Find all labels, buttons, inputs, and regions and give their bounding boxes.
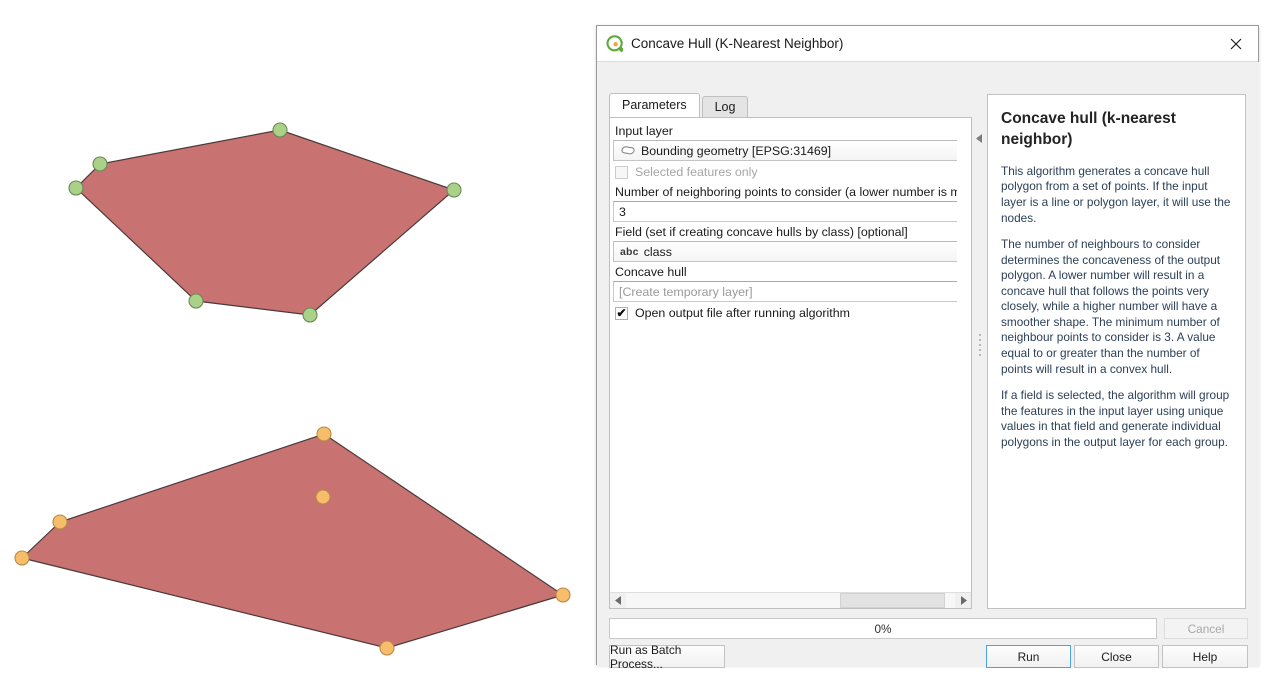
vertex-marker [52, 514, 68, 530]
vertex-marker [316, 426, 332, 442]
dialog-title: Concave Hull (K-Nearest Neighbor) [631, 36, 844, 51]
progress-label: 0% [874, 621, 892, 636]
concave-hull-polygon-green [75, 129, 456, 316]
concave-hull-output-placeholder: [Create temporary layer] [619, 284, 753, 299]
tab-bar: Parameters Log [609, 93, 750, 117]
cancel-button: Cancel [1164, 618, 1248, 639]
processing-algorithm-dialog: Concave Hull (K-Nearest Neighbor) Parame… [596, 25, 1260, 671]
selected-features-only-row: Selected features only [613, 161, 957, 182]
run-as-batch-process-button[interactable]: Run as Batch Process... [609, 643, 725, 671]
open-output-row[interactable]: ✔ Open output file after running algorit… [613, 302, 957, 323]
dialog-titlebar: Concave Hull (K-Nearest Neighbor) [597, 26, 1258, 62]
scroll-left-arrow-icon[interactable] [610, 593, 626, 608]
dialog-body: Parameters Log Input layer Bounding geom… [597, 62, 1260, 671]
selected-features-only-checkbox [615, 165, 628, 179]
screen: Concave Hull (K-Nearest Neighbor) Parame… [0, 0, 1279, 689]
close-button[interactable]: Close [1074, 645, 1159, 668]
neighbors-value: 3 [619, 204, 626, 219]
help-paragraph: The number of neighbours to consider det… [1001, 237, 1221, 376]
vertex-marker [555, 587, 571, 603]
checkmark-icon: ✔ [616, 305, 627, 320]
progress-row: 0% Cancel [609, 618, 1248, 639]
help-paragraph: This algorithm generates a concave hull … [1001, 163, 1231, 225]
vertex-marker [92, 156, 108, 172]
input-layer-value: Bounding geometry [EPSG:31469] [641, 143, 832, 158]
vertex-marker [14, 550, 30, 566]
open-output-checkbox[interactable]: ✔ [615, 305, 628, 320]
parameters-content: Input layer Bounding geometry [EPSG:3146… [610, 118, 957, 323]
map-canvas[interactable] [0, 0, 596, 689]
parameters-pane: Parameters Log Input layer Bounding geom… [609, 93, 972, 609]
polygon-layer-icon [621, 146, 635, 155]
input-layer-combo[interactable]: Bounding geometry [EPSG:31469] [613, 140, 957, 161]
tab-log[interactable]: Log [701, 96, 749, 117]
vertex-marker [272, 122, 288, 138]
field-value: class [643, 244, 672, 259]
input-layer-label: Input layer [615, 124, 673, 138]
progress-bar: 0% [609, 618, 1157, 639]
selected-features-only-label: Selected features only [635, 165, 758, 179]
vertex-marker-interior [315, 489, 331, 505]
vertex-marker [379, 640, 395, 656]
close-icon[interactable] [1213, 26, 1258, 61]
concave-hull-output-label: Concave hull [615, 265, 687, 279]
parameters-horizontal-scrollbar[interactable] [610, 592, 971, 608]
help-paragraph: If a field is selected, the algorithm wi… [1001, 388, 1230, 449]
map-render [14, 122, 571, 656]
scrollbar-thumb[interactable] [839, 593, 946, 608]
parameters-scroll-viewport: Input layer Bounding geometry [EPSG:3146… [610, 118, 957, 592]
concave-hull-polygon-orange [20, 433, 565, 649]
right-triangle-glyph [960, 596, 967, 605]
algorithm-help-panel: Concave hull (k-nearest neighbor) This a… [987, 94, 1246, 609]
abc-text-field-icon: abc [620, 245, 639, 258]
close-glyph [1230, 38, 1241, 49]
tab-parameters[interactable]: Parameters [609, 93, 700, 117]
parameters-scroll-frame: Input layer Bounding geometry [EPSG:3146… [609, 117, 972, 609]
pane-splitter[interactable] [974, 100, 985, 605]
neighbors-label: Number of neighboring points to consider… [615, 185, 957, 199]
scrollbar-track[interactable] [626, 593, 955, 608]
dialog-button-row: Run as Batch Process... Run Close Help [609, 643, 1248, 671]
help-button[interactable]: Help [1162, 645, 1248, 668]
vertex-marker [188, 293, 204, 309]
help-title: Concave hull (k-nearest neighbor) [1001, 110, 1176, 148]
vertex-marker [68, 180, 84, 196]
run-button[interactable]: Run [986, 645, 1071, 668]
field-combo[interactable]: abc class [613, 241, 957, 262]
left-triangle-glyph [614, 596, 621, 605]
neighbors-input[interactable]: 3 [613, 201, 957, 222]
collapse-left-arrow-icon[interactable] [976, 130, 983, 148]
qgis-logo-icon [606, 35, 623, 52]
concave-hull-output-input[interactable]: [Create temporary layer] [613, 281, 957, 302]
collapse-triangle-glyph [976, 134, 982, 143]
open-output-label: Open output file after running algorithm [635, 306, 850, 320]
splitter-grip[interactable] [978, 334, 981, 356]
scroll-right-arrow-icon[interactable] [955, 593, 971, 608]
vertex-marker [302, 307, 318, 323]
vertex-marker [446, 182, 462, 198]
field-label: Field (set if creating concave hulls by … [615, 225, 908, 239]
